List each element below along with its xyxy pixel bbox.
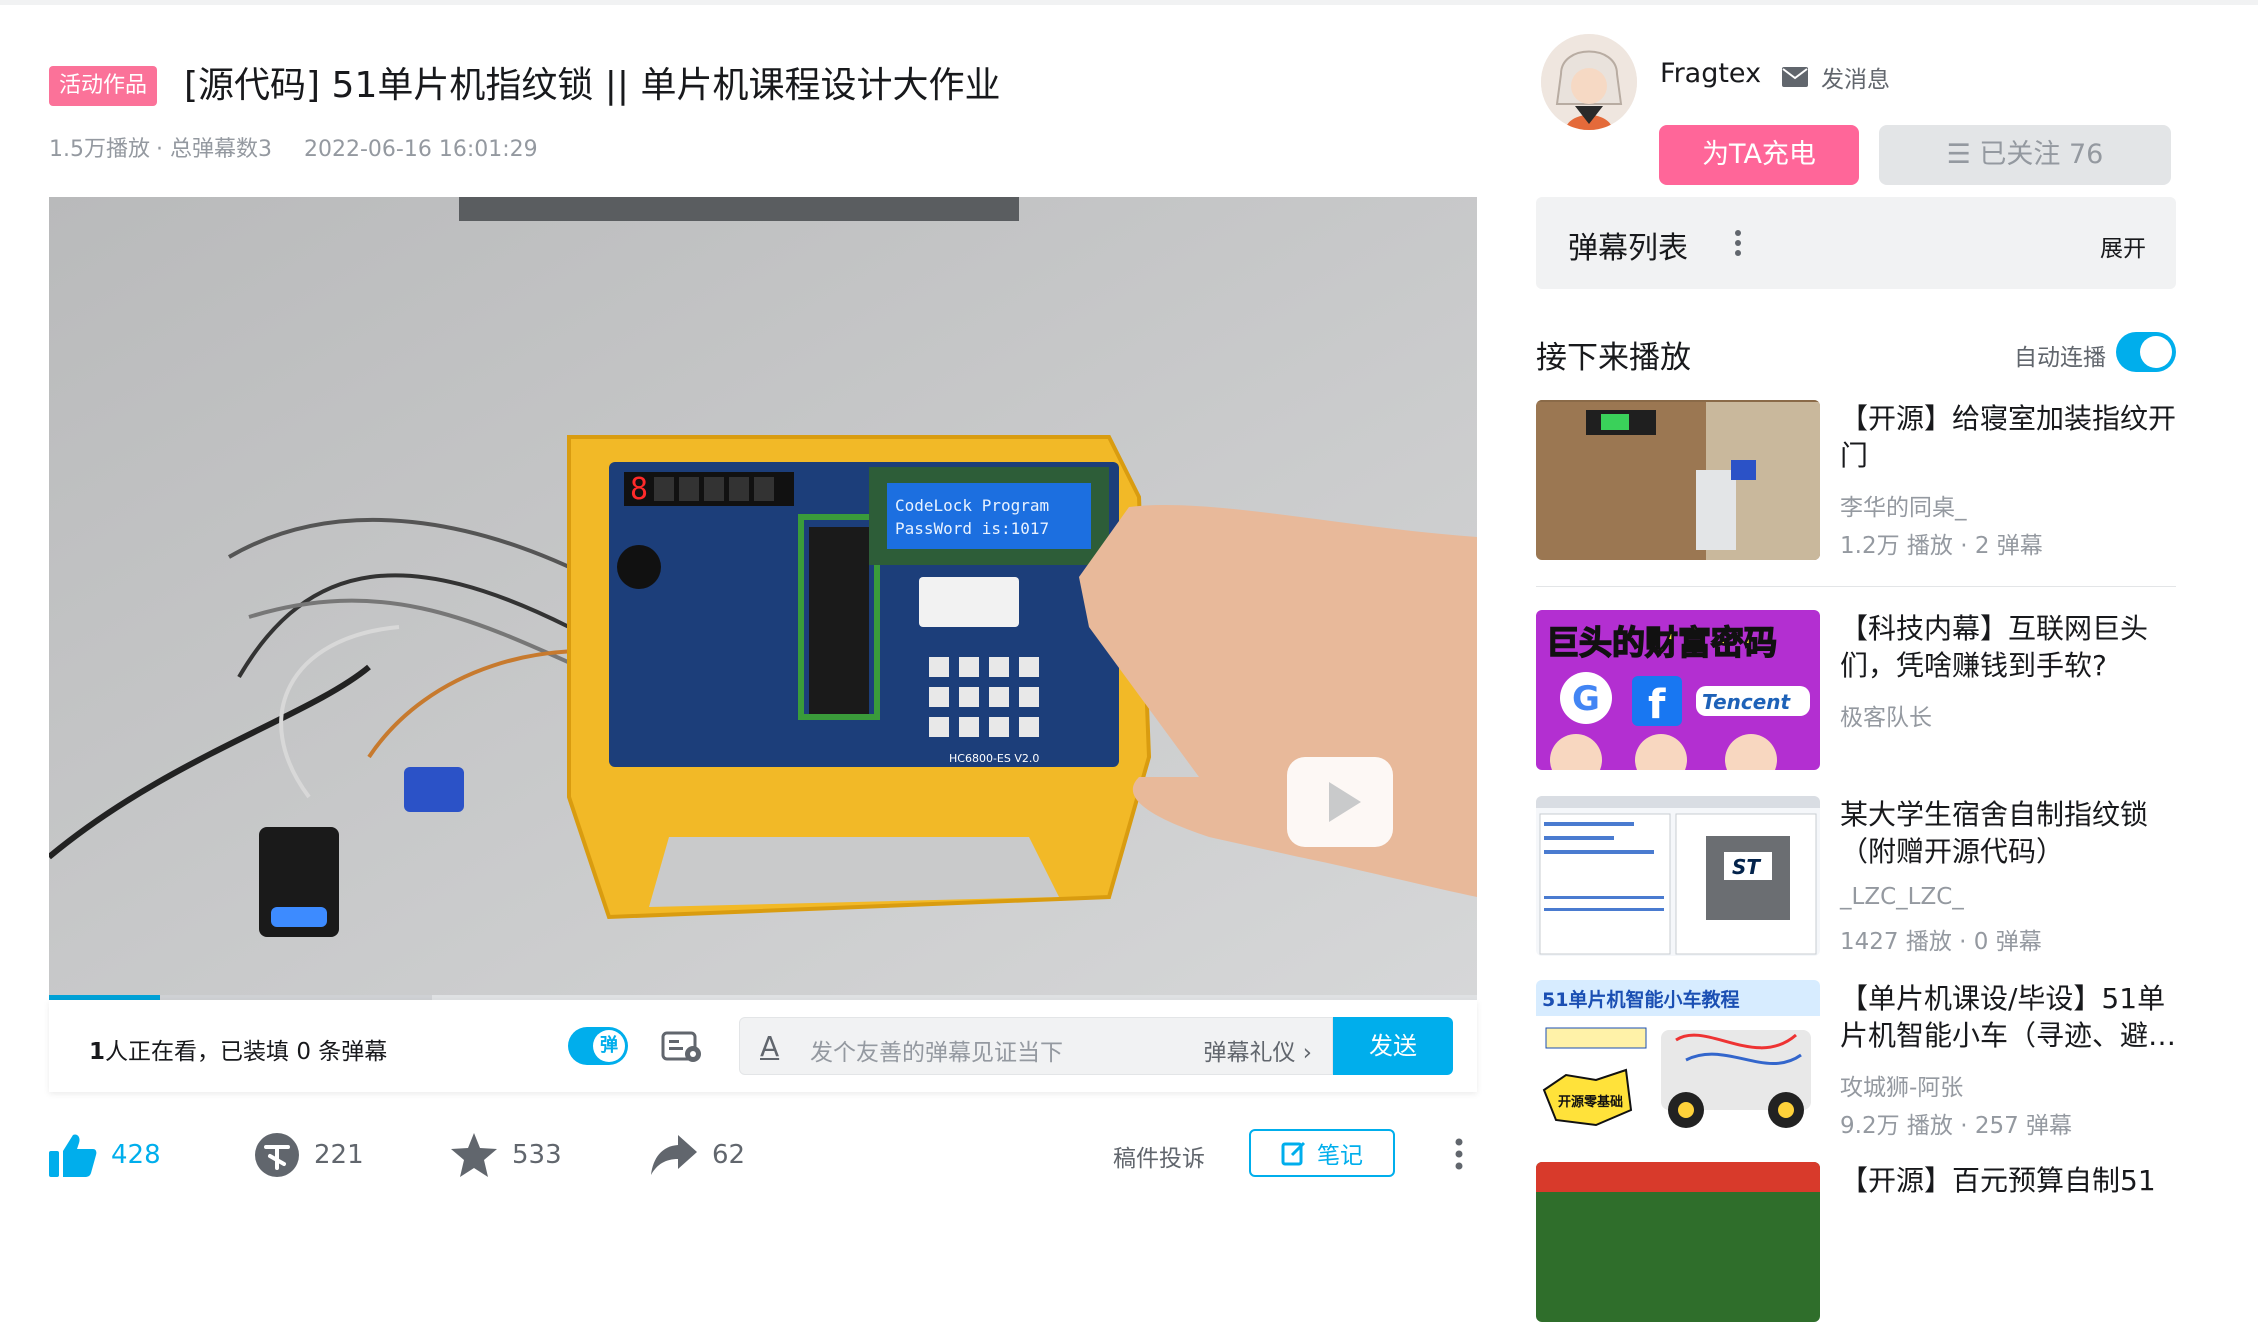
video-frame: 8 CodeLock Program PassWord is:1017 HC68… — [49, 197, 1477, 999]
recommend-title[interactable]: 【科技内幕】互联网巨头们，凭啥赚钱到手软? — [1840, 610, 2176, 684]
note-edit-icon — [1281, 1141, 1306, 1166]
note-button[interactable]: 笔记 — [1249, 1129, 1395, 1177]
recommend-thumbnail[interactable]: ST — [1536, 796, 1820, 956]
recommend-thumbnail[interactable] — [1536, 400, 1820, 560]
danmaku-bar: 1人正在看，已装填 0 条弹幕 弹 A 发个友善的弹幕见证当下 弹幕礼仪 › 发… — [49, 1000, 1477, 1092]
action-row: 428 221 533 62 稿件投诉 笔记 — [49, 1125, 1477, 1185]
viewer-info: 1人正在看，已装填 0 条弹幕 — [89, 1032, 387, 1066]
recommend-stats: 1427 播放 · 0 弹幕 — [1840, 929, 2042, 955]
mail-icon — [1782, 67, 1808, 87]
divider — [1536, 586, 2176, 587]
coin-button[interactable]: 221 — [254, 1125, 364, 1185]
recommend-title[interactable]: 【单片机课设/毕设】51单片机智能小车（寻迹、避… — [1840, 980, 2176, 1054]
like-count: 428 — [111, 1140, 161, 1170]
recommend-author[interactable]: 极客队长 — [1840, 698, 1932, 732]
thumb-badge: 开源零基础 — [1558, 1094, 1623, 1110]
lcd-line-2: PassWord is:1017 — [895, 519, 1049, 538]
video-title: [源代码] 51单片机指纹锁 || 单片机课程设计大作业 — [184, 65, 1001, 106]
recommend-stats: 1.2万 播放 · 2 弹幕 — [1840, 533, 2043, 559]
viewer-text: 人正在看，已装填 0 条弹幕 — [105, 1039, 388, 1065]
danmaku-etiquette-link[interactable]: 弹幕礼仪 › — [1203, 1033, 1312, 1067]
danmaku-input-placeholder: 发个友善的弹幕见证当下 — [810, 1040, 1063, 1066]
publish-date: 2022-06-16 16:01:29 — [303, 137, 538, 162]
more-options-icon[interactable] — [1454, 1137, 1464, 1171]
danmaku-list-expand[interactable]: 展开 — [2100, 229, 2146, 263]
danmaku-toggle-label: 弹 — [593, 1030, 625, 1062]
share-button[interactable]: 62 — [650, 1125, 745, 1185]
autoplay-toggle[interactable] — [2116, 332, 2176, 372]
recommend-card[interactable]: 巨头的财富密码 G f Tencent 【科技内幕】互联网巨头们，凭啥赚钱到手软… — [1536, 610, 2176, 774]
recommend-card[interactable]: 【开源】给寝室加装指纹开门 李华的同桌_ 1.2万 播放 · 2 弹幕 — [1536, 400, 2176, 564]
danmaku-toggle[interactable]: 弹 — [568, 1027, 628, 1065]
thumb-logo: Tencent — [1702, 690, 1792, 714]
uploader-name[interactable]: Fragtex — [1660, 58, 1761, 89]
thumb-caption: 51单片机智能小车教程 — [1542, 988, 1739, 1011]
thumb-logo: ST — [1732, 855, 1761, 879]
autoplay-label: 自动连播 — [2014, 345, 2106, 371]
recommend-title[interactable]: 【开源】给寝室加装指纹开门 — [1840, 400, 2176, 474]
activity-tag[interactable]: 活动作品 — [49, 66, 158, 106]
complaint-link[interactable]: 稿件投诉 — [1113, 1139, 1205, 1173]
font-style-icon[interactable]: A — [760, 1030, 794, 1064]
thumb-door-lock-image — [1536, 400, 1820, 560]
coin-icon — [255, 1133, 299, 1177]
thumb-stm32-image: ST — [1536, 796, 1820, 956]
recommend-author[interactable]: 攻城狮-阿张 — [1840, 1068, 1963, 1102]
thumb-budget-project-image — [1536, 1162, 1820, 1322]
video-meta: 1.5万播放 · 总弹幕数3 2022-06-16 16:01:29 — [49, 131, 544, 163]
recommend-thumbnail[interactable]: 51单片机智能小车教程 开源零基础 — [1536, 980, 1820, 1140]
danmaku-input[interactable]: A 发个友善的弹幕见证当下 弹幕礼仪 › — [739, 1017, 1333, 1075]
top-divider — [0, 0, 2258, 5]
thumb-smart-car-image: 51单片机智能小车教程 开源零基础 — [1536, 980, 1820, 1140]
danmaku-list-panel[interactable]: 弹幕列表 展开 — [1536, 197, 2176, 289]
like-button[interactable]: 428 — [49, 1125, 161, 1185]
coin-count: 221 — [314, 1140, 364, 1170]
thumb-tech-giants-image: 巨头的财富密码 G f Tencent — [1536, 610, 1820, 770]
danmaku-settings-icon[interactable] — [661, 1030, 703, 1064]
favorite-count: 533 — [512, 1140, 562, 1170]
recommend-card[interactable]: 51单片机智能小车教程 开源零基础 【单片机课设/毕设】51单片机智能小车（寻迹… — [1536, 980, 2176, 1144]
recommend-title[interactable]: 【开源】百元预算自制51 — [1840, 1162, 2176, 1199]
favorite-button[interactable]: 533 — [450, 1125, 562, 1185]
send-message-label: 发消息 — [1821, 67, 1890, 93]
recommend-stats: 9.2万 播放 · 257 弹幕 — [1840, 1113, 2073, 1139]
board-label: HC6800-ES V2.0 — [949, 752, 1039, 765]
lcd-line-1: CodeLock Program — [895, 496, 1049, 515]
follow-button[interactable]: ☰ 已关注 76 — [1879, 125, 2171, 185]
recommend-author[interactable]: 李华的同桌_ — [1840, 488, 1967, 522]
thumbs-up-icon — [49, 1134, 97, 1177]
send-button[interactable]: 发送 — [1333, 1017, 1453, 1075]
svg-text:G: G — [1572, 679, 1600, 719]
charge-button[interactable]: 为TA充电 — [1659, 125, 1859, 185]
share-icon — [651, 1135, 697, 1175]
thumb-caption: 巨头的财富密码 — [1546, 623, 1777, 662]
avatar-image — [1541, 34, 1637, 130]
danmaku-list-more-icon[interactable] — [1734, 229, 1742, 257]
led-digit: 8 — [630, 472, 648, 507]
play-count: 1.5万播放 — [49, 137, 150, 162]
danmaku-list-title: 弹幕列表 — [1568, 231, 1688, 266]
recommend-thumbnail[interactable] — [1536, 1162, 1820, 1322]
danmaku-count: · 总弹幕数3 — [156, 137, 272, 162]
svg-text:f: f — [1648, 682, 1666, 728]
up-next-title: 接下来播放 — [1536, 340, 1691, 376]
video-player[interactable]: 8 CodeLock Program PassWord is:1017 HC68… — [49, 197, 1477, 999]
recommend-author[interactable]: _LZC_LZC_ — [1840, 884, 1964, 910]
star-icon — [451, 1133, 497, 1177]
share-count: 62 — [712, 1140, 746, 1170]
recommend-title[interactable]: 某大学生宿舍自制指纹锁（附赠开源代码） — [1840, 796, 2176, 870]
send-message-link[interactable]: 发消息 — [1781, 60, 1890, 94]
note-label: 笔记 — [1317, 1143, 1363, 1169]
recommend-card[interactable]: ST 某大学生宿舍自制指纹锁（附赠开源代码） _LZC_LZC_ 1427 播放… — [1536, 796, 2176, 960]
recommend-thumbnail[interactable]: 巨头的财富密码 G f Tencent — [1536, 610, 1820, 770]
viewer-count: 1 — [89, 1039, 106, 1065]
autoplay-toggle-knob — [2140, 336, 2172, 368]
uploader-avatar[interactable] — [1541, 34, 1637, 130]
